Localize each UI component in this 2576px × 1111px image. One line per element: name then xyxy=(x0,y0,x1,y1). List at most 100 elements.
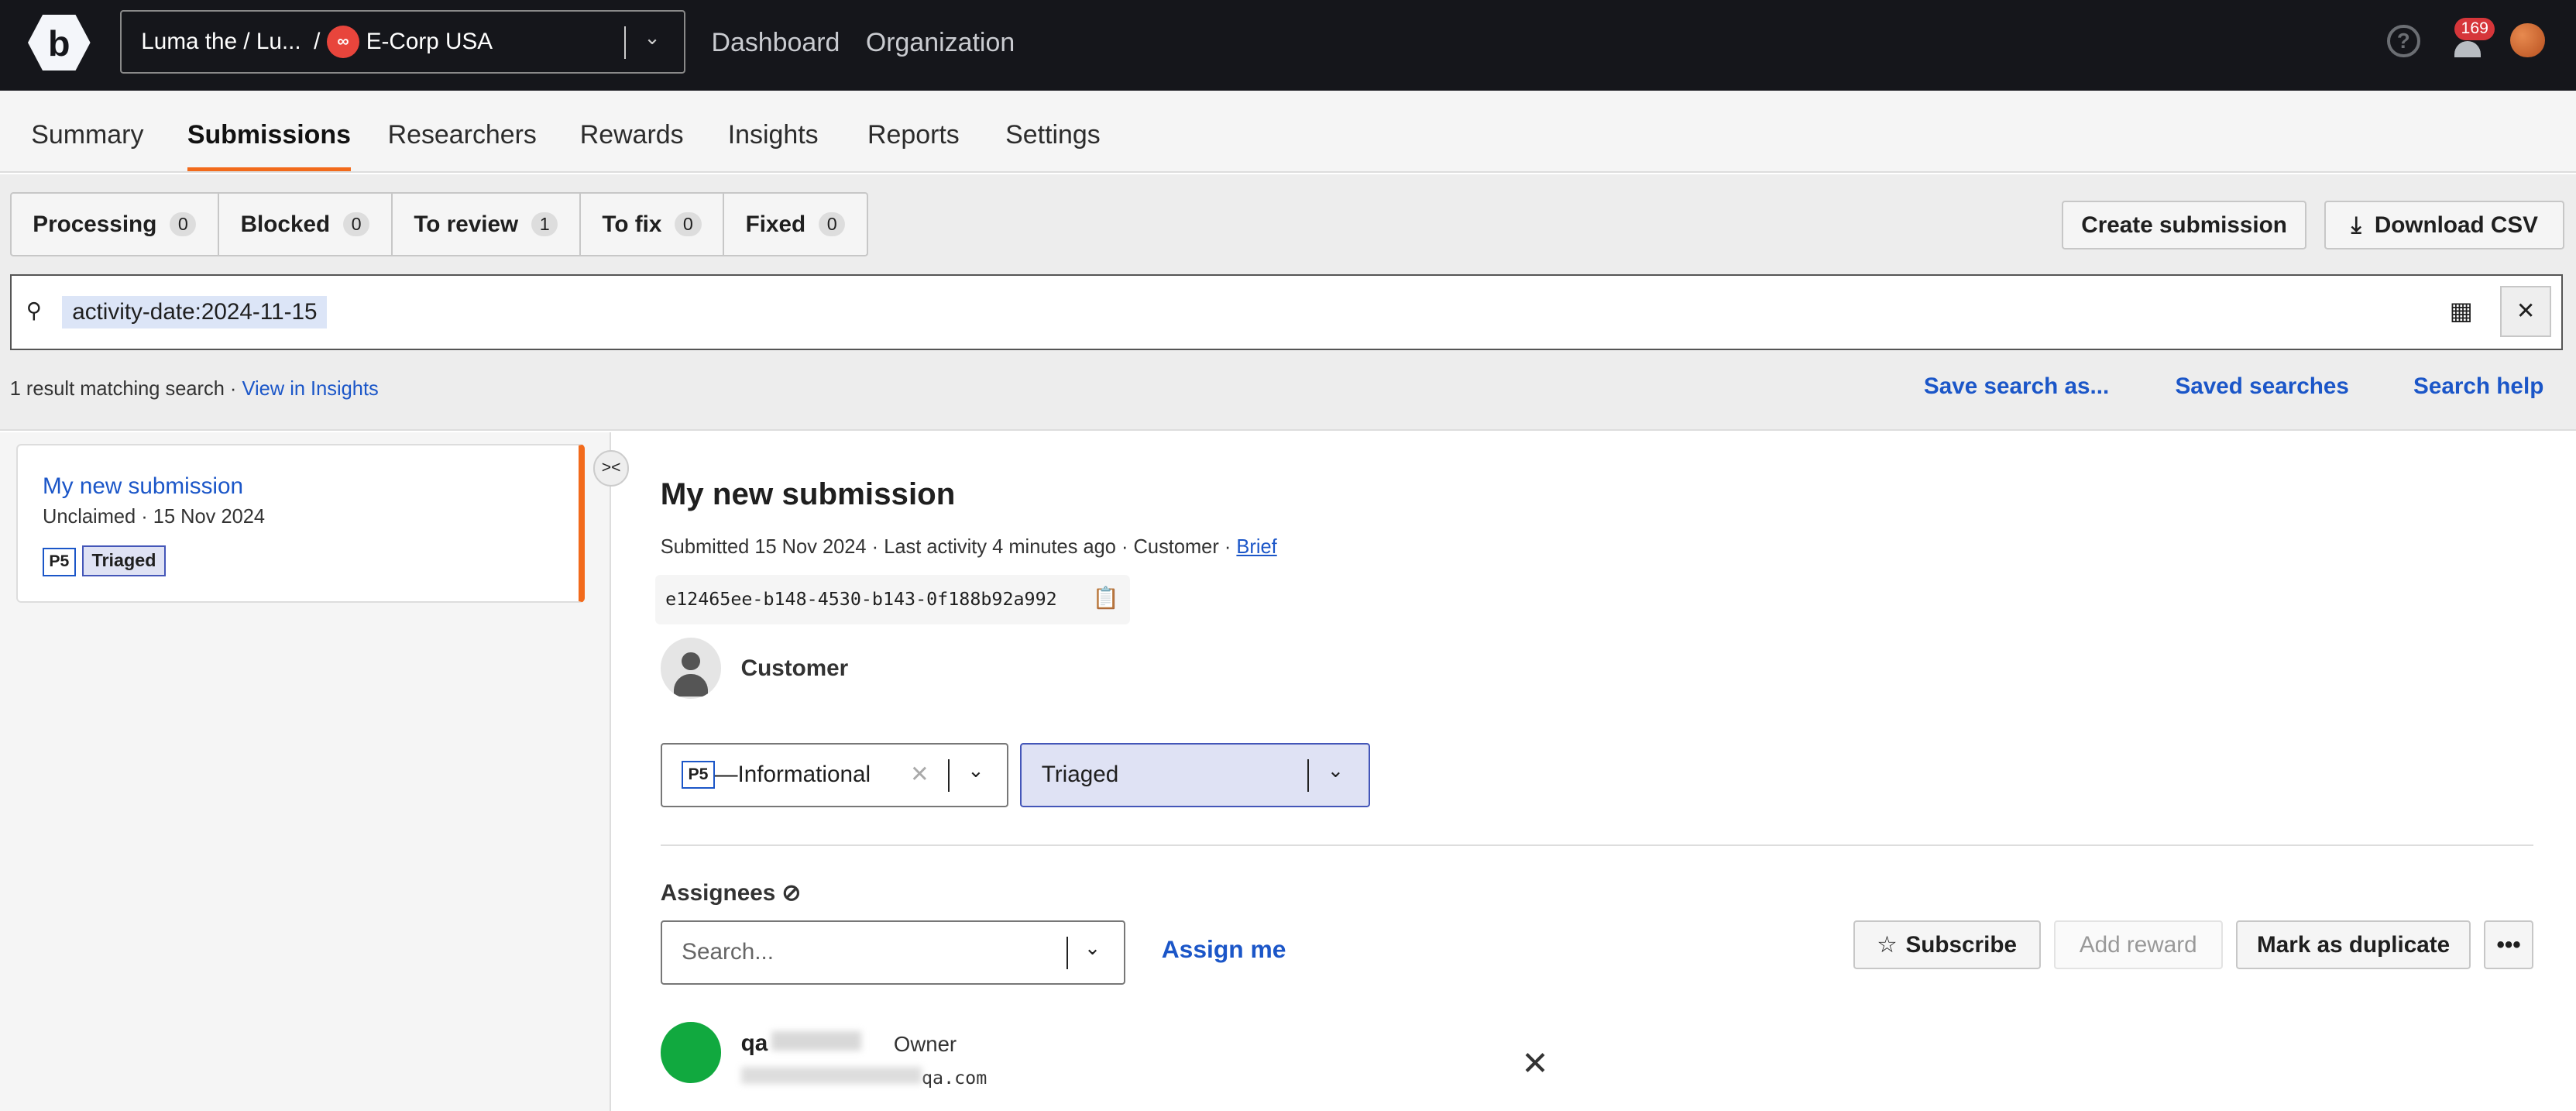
user-avatar[interactable] xyxy=(2510,22,2545,58)
filter-label: Blocked xyxy=(240,211,331,237)
filter-count: 1 xyxy=(531,212,558,237)
add-reward-button[interactable]: Add reward xyxy=(2053,920,2223,970)
eye-off-icon[interactable]: ⊘ xyxy=(781,880,801,906)
priority-badge: P5 xyxy=(43,548,76,576)
org-switcher[interactable]: Luma the / Lu... / ∞ E-Corp USA ⌄ xyxy=(119,9,685,74)
org-path: Luma the / Lu... xyxy=(141,29,301,55)
filter-label: Processing xyxy=(33,211,157,237)
chevron-down-icon[interactable]: ⌄ xyxy=(1084,937,1101,960)
assignee-role: Owner xyxy=(893,1032,957,1057)
reporter-name: Customer xyxy=(740,655,849,682)
copy-icon[interactable]: 📋 xyxy=(1093,585,1119,611)
search-input[interactable]: ⚲ activity-date:2024-11-15 ▦ ✕ xyxy=(9,274,2564,350)
detail-meta: Submitted 15 Nov 2024 · Last activity 4 … xyxy=(660,535,1277,558)
nav-organization[interactable]: Organization xyxy=(866,28,1015,58)
chevron-down-icon[interactable]: ⌄ xyxy=(1327,759,1344,783)
clear-search-button[interactable]: ✕ xyxy=(2500,285,2552,337)
claim-status: Unclaimed xyxy=(43,506,136,528)
more-options-button[interactable]: ••• xyxy=(2484,920,2533,970)
assignee-name-text: qa xyxy=(740,1030,768,1056)
reporter-avatar-icon xyxy=(660,638,722,699)
assignees-heading: Assignees ⊘ xyxy=(661,879,802,906)
tab-rewards[interactable]: Rewards xyxy=(580,120,684,150)
state-filters: Processing 0 Blocked 0 To review 1 To fix 0 … xyxy=(9,192,868,256)
notification-badge: 169 xyxy=(2454,18,2495,40)
company-logo-icon: ∞ xyxy=(326,25,360,59)
chevron-down-icon[interactable]: ⌄ xyxy=(967,759,984,783)
view-in-insights-link[interactable]: View in Insights xyxy=(242,378,378,400)
assign-me-button[interactable]: Assign me xyxy=(1162,935,1286,964)
divider xyxy=(947,758,950,793)
result-count: 1 result matching search xyxy=(9,377,225,400)
remove-assignee-icon[interactable]: ✕ xyxy=(1521,1045,1549,1083)
path-separator: / xyxy=(314,29,321,55)
tab-submissions[interactable]: Submissions xyxy=(187,120,351,172)
saved-searches-link[interactable]: Saved searches xyxy=(2175,373,2348,400)
save-search-link[interactable]: Save search as... xyxy=(1924,373,2109,400)
collapse-panel-button[interactable]: >< xyxy=(592,450,630,487)
state-value: Triaged xyxy=(1041,762,1119,788)
search-icon: ⚲ xyxy=(26,298,42,322)
download-csv-button[interactable]: ⤓ Download CSV xyxy=(2324,200,2565,250)
help-icon[interactable]: ? xyxy=(2387,24,2420,58)
search-help-link[interactable]: Search help xyxy=(2413,373,2543,400)
chevron-down-icon[interactable]: ⌄ xyxy=(644,26,660,50)
filter-blocked[interactable]: Blocked 0 xyxy=(219,194,393,255)
state-select[interactable]: Triaged ⌄ xyxy=(1020,742,1371,807)
filter-count: 0 xyxy=(170,212,197,237)
assignee-avatar xyxy=(660,1022,722,1083)
priority-label: —Informational xyxy=(714,762,871,788)
calendar-icon[interactable]: ▦ xyxy=(2450,296,2473,325)
filter-count: 0 xyxy=(343,212,370,237)
subscribe-button[interactable]: ☆ Subscribe xyxy=(1853,920,2041,970)
mark-as-duplicate-button[interactable]: Mark as duplicate xyxy=(2235,920,2471,970)
source: Customer xyxy=(1133,535,1219,558)
tab-bar: Summary Submissions Researchers Rewards … xyxy=(0,90,2576,173)
create-submission-button[interactable]: Create submission xyxy=(2062,200,2307,250)
assignee-email-text: qa.com xyxy=(921,1066,987,1089)
priority-badge: P5 xyxy=(682,760,715,789)
tab-researchers[interactable]: Researchers xyxy=(388,120,537,150)
submission-card[interactable]: My new submission Unclaimed · 15 Nov 202… xyxy=(16,443,586,604)
submitted-date: Submitted 15 Nov 2024 xyxy=(660,535,867,558)
submission-meta: Unclaimed · 15 Nov 2024 xyxy=(43,506,266,528)
tab-summary[interactable]: Summary xyxy=(31,120,143,150)
divider xyxy=(1307,758,1310,793)
nav-dashboard[interactable]: Dashboard xyxy=(711,28,840,58)
tab-insights[interactable]: Insights xyxy=(728,120,819,150)
bell-icon[interactable] xyxy=(2454,41,2481,58)
clear-icon[interactable]: ✕ xyxy=(910,761,929,788)
priority-select[interactable]: P5 —Informational ✕ ⌄ xyxy=(660,742,1009,807)
state-badge: Triaged xyxy=(81,545,167,576)
star-icon: ☆ xyxy=(1877,932,1898,958)
top-bar: b Luma the / Lu... / ∞ E-Corp USA ⌄ Dash… xyxy=(0,0,2576,91)
divider xyxy=(660,844,2533,847)
search-chip[interactable]: activity-date:2024-11-15 xyxy=(62,295,328,329)
filter-label: To fix xyxy=(602,211,662,237)
uuid-box: e12465ee-b148-4530-b143-0f188b92a992 📋 xyxy=(655,575,1131,625)
assignee-placeholder: Search... xyxy=(682,939,774,965)
tab-settings[interactable]: Settings xyxy=(1005,120,1101,150)
filter-count: 0 xyxy=(819,212,846,237)
assignee-email: qa.com xyxy=(740,1066,987,1089)
filter-processing[interactable]: Processing 0 xyxy=(12,194,220,255)
detail-title: My new submission xyxy=(660,476,956,512)
filter-label: Fixed xyxy=(745,211,806,237)
download-label: Download CSV xyxy=(2374,212,2538,238)
tab-reports[interactable]: Reports xyxy=(867,120,960,150)
bugcrowd-logo[interactable]: b xyxy=(28,15,91,71)
filter-fixed[interactable]: Fixed 0 xyxy=(724,194,867,255)
divider xyxy=(1066,936,1068,970)
assignee-name: qa xyxy=(741,1030,862,1057)
result-summary: 1 result matching search · View in Insig… xyxy=(9,377,379,400)
divider xyxy=(623,26,627,60)
filter-count: 0 xyxy=(675,212,702,237)
submission-tags: P5 Triaged xyxy=(43,545,167,576)
submission-title-link[interactable]: My new submission xyxy=(43,473,243,500)
filter-to-fix[interactable]: To fix 0 xyxy=(581,194,725,255)
brief-link[interactable]: Brief xyxy=(1236,536,1276,558)
filter-to-review[interactable]: To review 1 xyxy=(393,194,581,255)
company-name: E-Corp USA xyxy=(366,29,493,55)
download-icon: ⤓ xyxy=(2351,212,2361,238)
assignee-search-input[interactable]: Search... ⌄ xyxy=(660,920,1126,985)
